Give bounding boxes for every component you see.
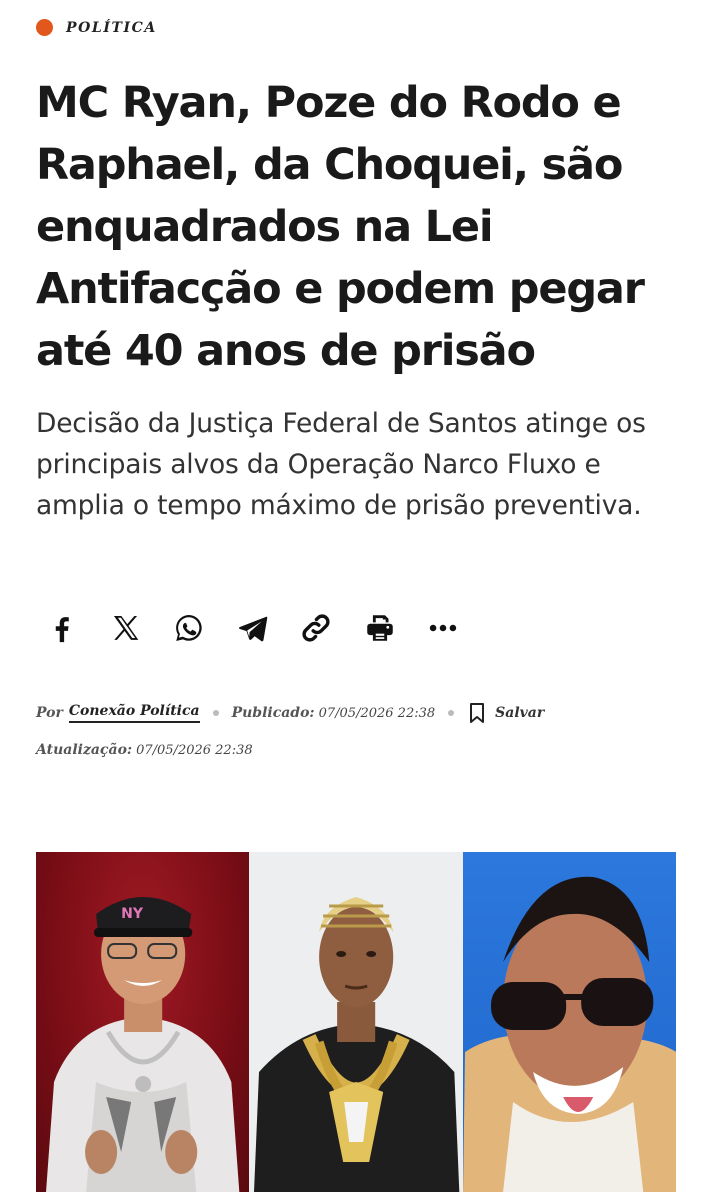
article-headline: MC Ryan, Poze do Rodo e Raphael, da Choq… xyxy=(36,78,645,376)
x-icon xyxy=(113,615,138,640)
save-button[interactable]: Salvar xyxy=(467,702,544,724)
whatsapp-icon xyxy=(176,614,202,642)
bookmark-icon xyxy=(470,703,485,723)
person-illustration xyxy=(462,876,676,1192)
x-share-button[interactable] xyxy=(106,608,146,648)
article-subtitle: Decisão da Justiça Federal de Santos ati… xyxy=(36,408,646,521)
raphael-photo xyxy=(462,852,676,1192)
print-button[interactable] xyxy=(360,608,400,648)
category-label: POLÍTICA xyxy=(66,19,157,36)
article-meta: Por Conexão Política Publicado: 07/05/20… xyxy=(36,702,544,724)
mc-ryan-photo: NY xyxy=(36,852,250,1192)
facebook-share-button[interactable] xyxy=(42,608,82,648)
published-label: Publicado: xyxy=(231,705,315,721)
telegram-share-button[interactable] xyxy=(233,608,273,648)
share-bar xyxy=(42,608,487,648)
updated-label: Atualização: xyxy=(36,742,133,758)
more-options-button[interactable] xyxy=(423,608,463,648)
published-date: 07/05/2026 22:38 xyxy=(318,705,436,721)
author-link[interactable]: Conexão Política xyxy=(68,703,200,723)
updated-date: 07/05/2026 22:38 xyxy=(136,743,253,758)
facebook-icon xyxy=(55,617,69,643)
save-label: Salvar xyxy=(495,705,545,721)
print-icon xyxy=(366,615,393,641)
person-illustration: NY xyxy=(46,897,240,1192)
poze-do-rodo-photo xyxy=(249,852,463,1192)
article-photo[interactable]: NY xyxy=(36,852,676,1192)
link-icon xyxy=(302,614,330,642)
category-dot xyxy=(36,19,53,36)
svg-text:NY: NY xyxy=(121,906,144,922)
copy-link-button[interactable] xyxy=(296,608,336,648)
telegram-icon xyxy=(238,616,267,642)
whatsapp-share-button[interactable] xyxy=(169,608,209,648)
updated-info: Atualização: 07/05/2026 22:38 xyxy=(36,742,253,758)
meta-separator xyxy=(448,710,455,716)
by-label: Por xyxy=(36,705,63,721)
category-tag[interactable]: POLÍTICA xyxy=(36,19,157,36)
person-illustration xyxy=(254,897,460,1192)
meta-separator xyxy=(212,710,219,716)
more-icon xyxy=(429,624,457,632)
